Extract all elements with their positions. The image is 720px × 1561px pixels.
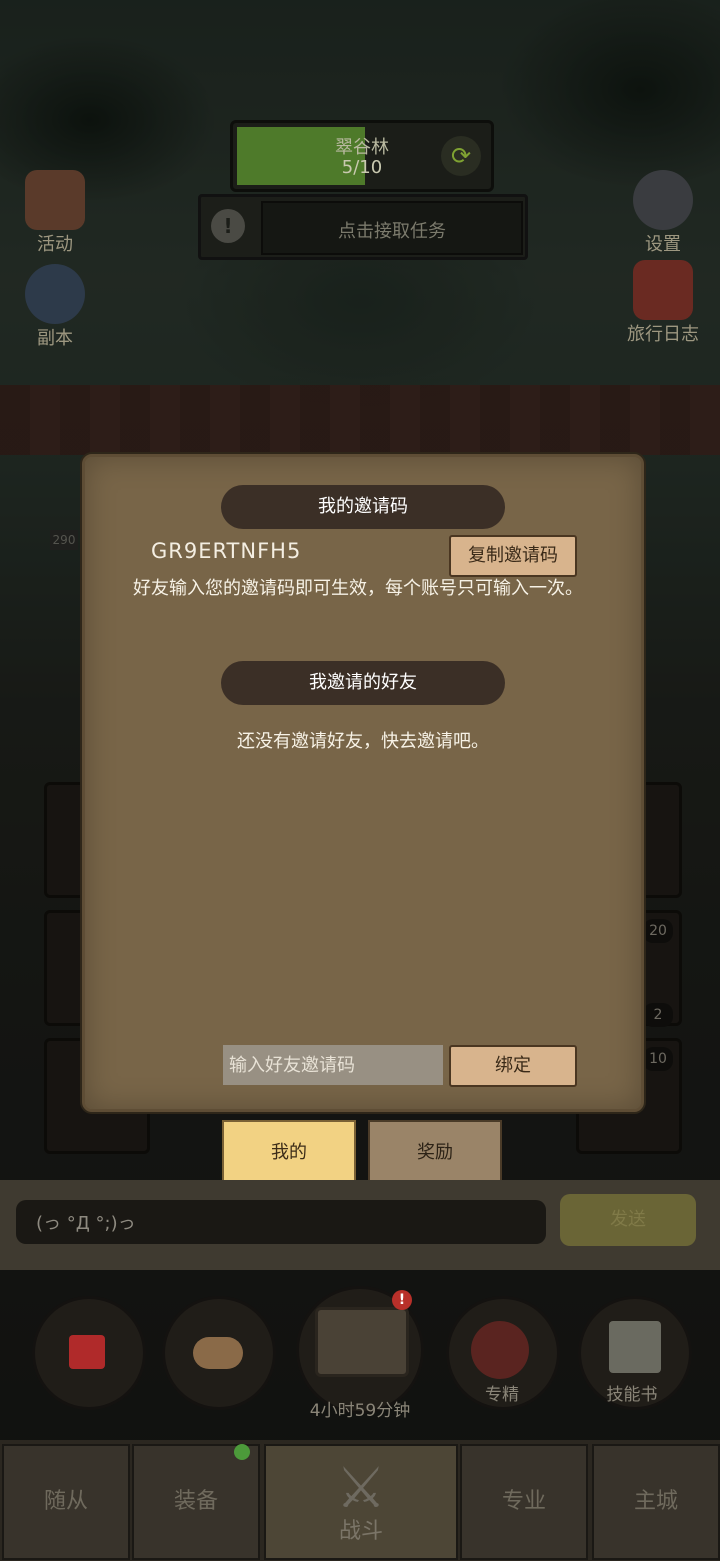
- bind-button[interactable]: 绑定: [449, 1045, 577, 1087]
- side-button-label: 旅行日志: [627, 324, 699, 345]
- mastery-label: 专精: [485, 1385, 519, 1405]
- food-slot[interactable]: [162, 1296, 276, 1410]
- potion-slot[interactable]: [32, 1296, 146, 1410]
- area-progress-panel[interactable]: 翠谷林 5/10 ⟳: [230, 120, 494, 192]
- nav-equipment[interactable]: 装备: [132, 1444, 260, 1560]
- invite-code-value: GR9ERTNFH5: [151, 539, 302, 563]
- invite-description: 好友输入您的邀请码即可生效，每个账号只可输入一次。: [133, 578, 583, 599]
- copy-invite-code-button[interactable]: 复制邀请码: [449, 535, 577, 577]
- refresh-icon[interactable]: ⟳: [441, 136, 481, 176]
- mastery-icon: [471, 1321, 529, 1379]
- bread-icon: [193, 1337, 243, 1369]
- tab-mine[interactable]: 我的: [222, 1120, 356, 1186]
- nav-battle[interactable]: ⚔ 战斗: [264, 1444, 458, 1560]
- side-button-label: 活动: [37, 234, 73, 255]
- quest-text-box: 点击接取任务: [261, 201, 523, 255]
- red-potion-icon: [69, 1335, 105, 1369]
- scroll-board-icon: [25, 170, 85, 230]
- tab-reward[interactable]: 奖励: [368, 1120, 502, 1186]
- portal-crystal-icon: [25, 264, 85, 324]
- crossed-swords-icon: ⚔: [335, 1456, 387, 1521]
- send-button[interactable]: 发送: [560, 1194, 696, 1246]
- empty-friends-message: 还没有邀请好友，快去邀请吧。: [237, 731, 489, 752]
- chat-input[interactable]: [16, 1200, 546, 1244]
- chest-timer: 4小时59分钟: [309, 1401, 411, 1421]
- side-button-activity[interactable]: 活动: [10, 170, 100, 256]
- side-button-label: 设置: [645, 234, 681, 255]
- equipment-alert-dot: [234, 1444, 250, 1460]
- exclamation-icon: !: [211, 209, 245, 243]
- journal-book-icon: [633, 260, 693, 320]
- chest-alert-icon: !: [392, 1290, 412, 1310]
- gear-icon: [633, 170, 693, 230]
- skill-book-label: 技能书: [606, 1385, 658, 1405]
- invite-dialog: 我的邀请码 GR9ERTNFH5 复制邀请码 好友输入您的邀请码即可生效，每个账…: [82, 454, 644, 1112]
- skill-book-icon: [609, 1321, 661, 1373]
- nav-main-city[interactable]: 主城: [592, 1444, 720, 1560]
- nav-profession[interactable]: 专业: [460, 1444, 588, 1560]
- invited-friends-title: 我邀请的好友: [221, 661, 505, 705]
- treasure-chest-icon: [315, 1307, 409, 1377]
- nav-followers[interactable]: 随从: [2, 1444, 130, 1560]
- invite-code-title: 我的邀请码: [221, 485, 505, 529]
- nav-battle-label: 战斗: [338, 1519, 383, 1544]
- side-button-dungeon[interactable]: 副本: [10, 264, 100, 350]
- friend-invite-code-input[interactable]: [223, 1045, 443, 1085]
- side-button-settings[interactable]: 设置: [618, 170, 708, 256]
- bottom-nav: 随从 装备 ⚔ 战斗 专业 主城: [0, 1440, 720, 1561]
- side-button-journal[interactable]: 旅行日志: [618, 260, 708, 346]
- side-button-label: 副本: [37, 328, 73, 349]
- chat-bar: 发送: [0, 1180, 720, 1270]
- quest-text: 点击接取任务: [338, 221, 446, 242]
- quest-panel[interactable]: ! 点击接取任务: [198, 194, 528, 260]
